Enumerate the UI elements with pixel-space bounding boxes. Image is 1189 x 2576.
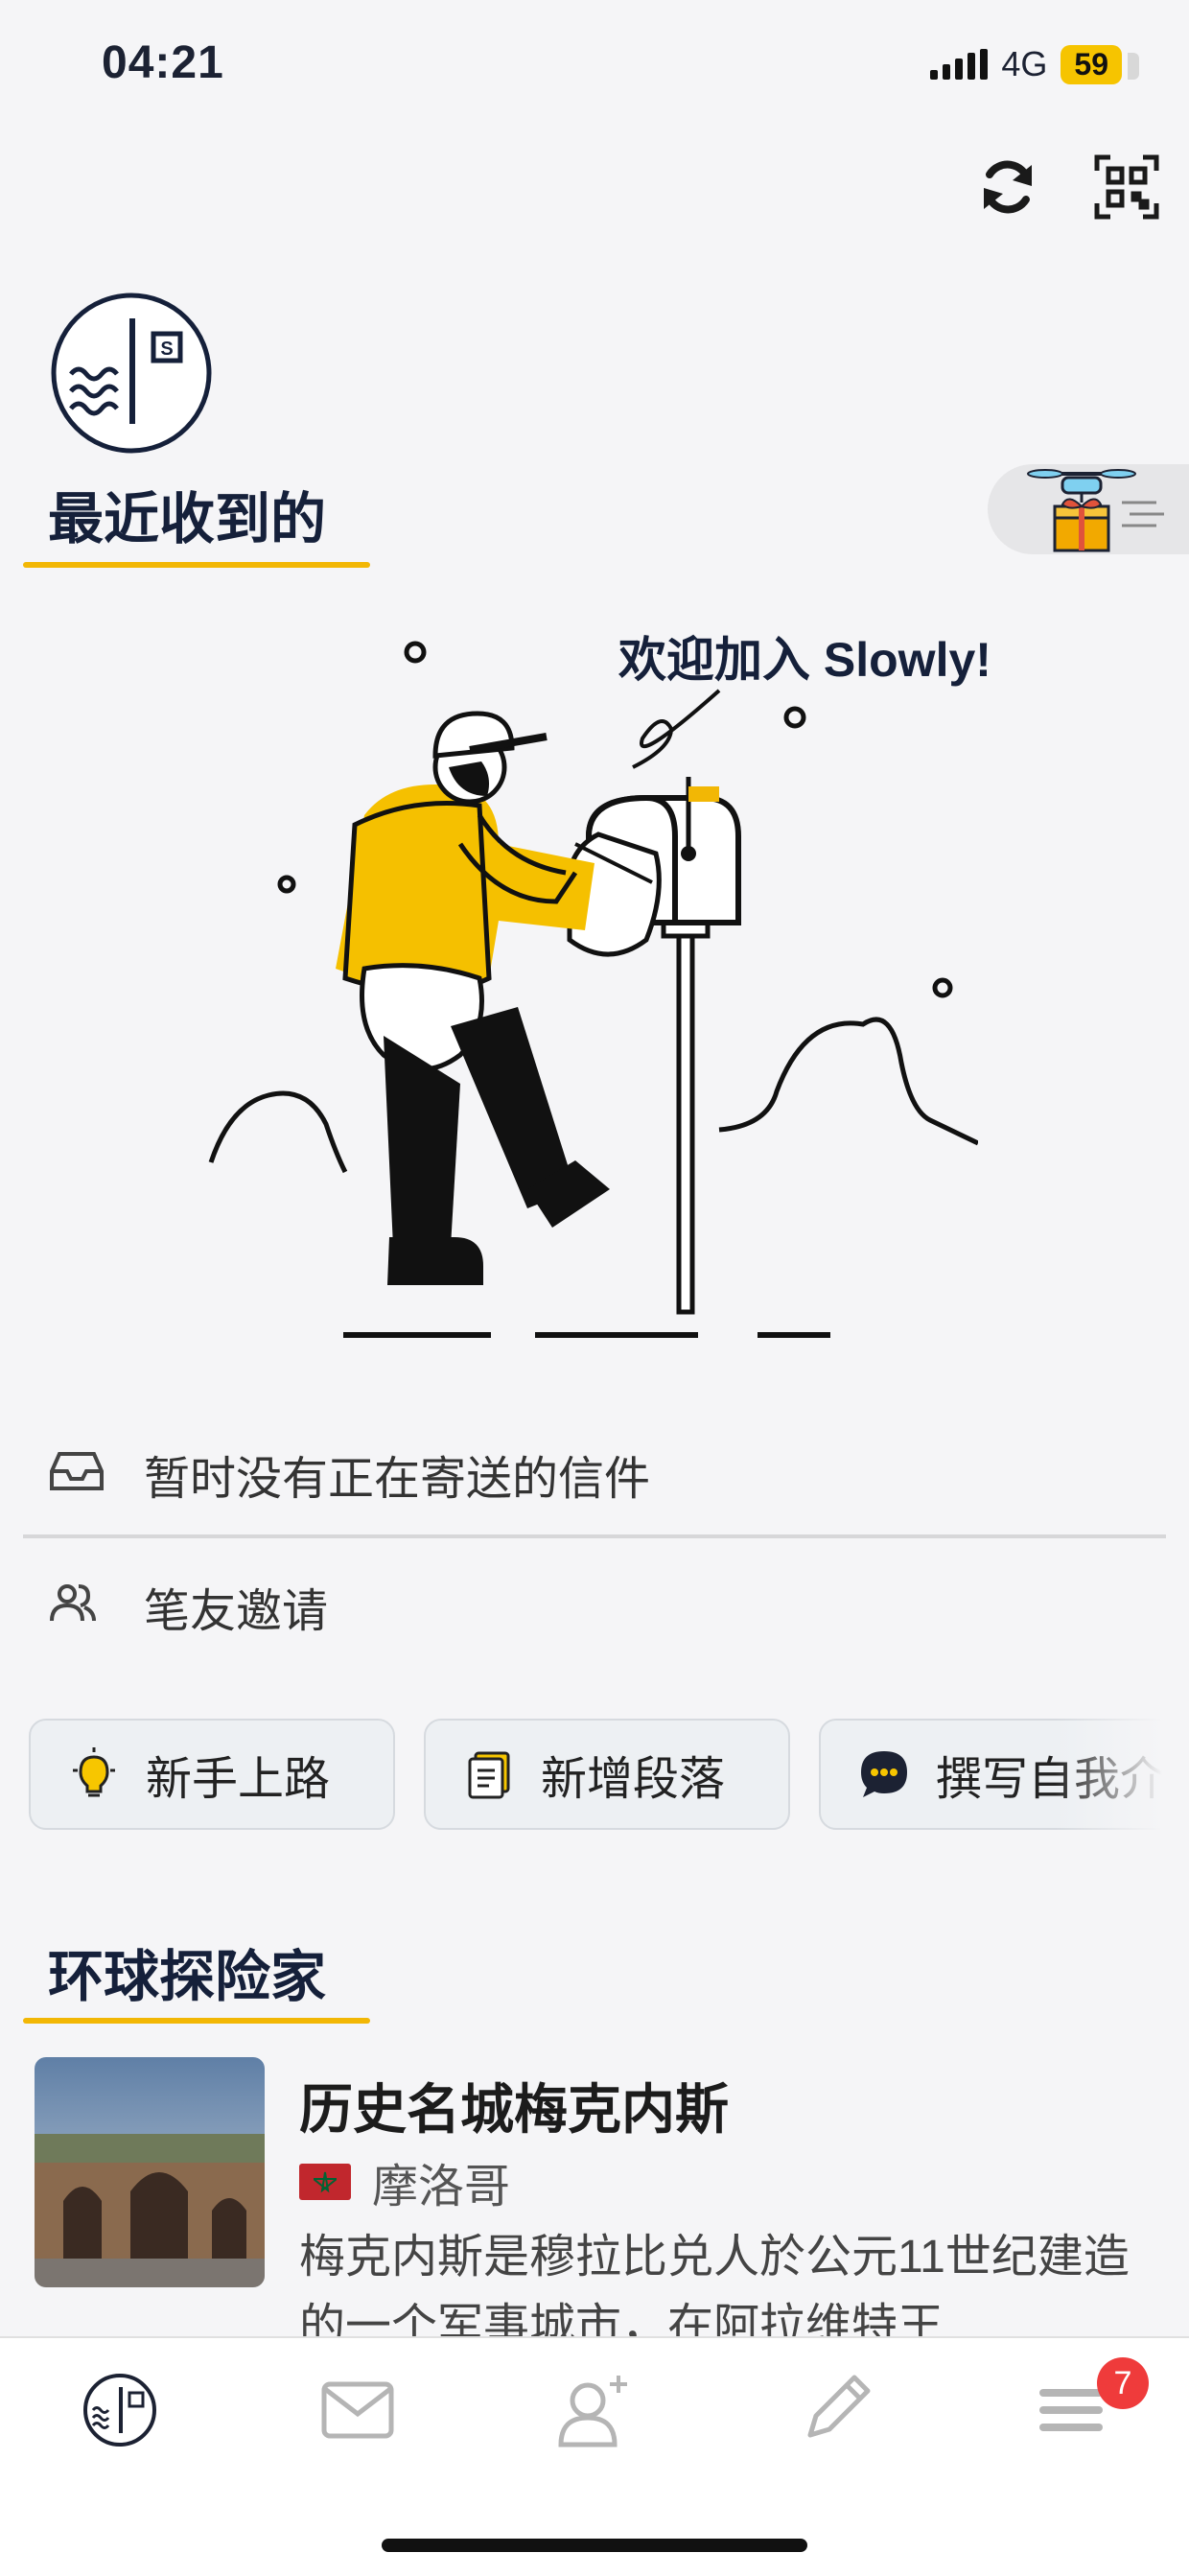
gift-drone-icon: [1027, 469, 1164, 552]
card-thumbnail[interactable]: [35, 2057, 265, 2287]
add-friend-icon: [558, 2376, 627, 2447]
gift-drone-tab[interactable]: [988, 464, 1189, 554]
no-letters-text: 暂时没有正在寄送的信件: [144, 1454, 651, 1505]
inbox-icon: [50, 1450, 104, 1492]
mail-icon: [321, 2381, 394, 2439]
chat-bubble-icon: [855, 1745, 913, 1803]
tab-write[interactable]: [792, 2367, 878, 2453]
chip-getting-started[interactable]: 新手上路: [29, 1719, 395, 1830]
home-indicator: [382, 2539, 807, 2552]
lightbulb-icon: [65, 1745, 123, 1803]
notebook-icon: [460, 1745, 518, 1803]
section-divider: [23, 1534, 1166, 1538]
logo-letter: S: [160, 339, 173, 360]
slowly-logo: S: [50, 292, 213, 455]
tab-add-friend[interactable]: [552, 2367, 639, 2453]
scroll-fade: [1055, 1674, 1189, 1904]
morocco-flag-icon: [299, 2164, 351, 2200]
chip-label: 新增段落: [541, 1754, 726, 1805]
status-time: 04:21: [102, 37, 224, 88]
tab-mail[interactable]: [315, 2367, 401, 2453]
chip-label: 新手上路: [146, 1754, 331, 1805]
refresh-icon[interactable]: [974, 153, 1041, 221]
country-label: 摩洛哥: [372, 2162, 511, 2213]
chip-add-paragraph[interactable]: 新增段落: [424, 1719, 790, 1830]
explorer-section-title: 环球探险家: [48, 1946, 327, 2008]
network-label: 4G: [1001, 44, 1048, 83]
qr-code-icon[interactable]: [1093, 153, 1160, 221]
explorer-section-underline: [23, 2018, 370, 2024]
people-icon: [50, 1582, 96, 1623]
menu-badge: 7: [1097, 2357, 1149, 2409]
recent-section-underline: [23, 562, 370, 568]
signal-icon: [930, 49, 989, 80]
card-title[interactable]: 历史名城梅克内斯: [299, 2067, 729, 2144]
pen-icon: [807, 2375, 871, 2438]
pen-pal-invite[interactable]: 笔友邀请: [144, 1573, 328, 1640]
recent-section-title: 最近收到的: [48, 488, 327, 550]
menu-icon: [1039, 2389, 1103, 2431]
mailman-illustration: [192, 623, 980, 1352]
home-icon: [83, 2374, 156, 2447]
card-country: 摩洛哥: [299, 2148, 510, 2215]
battery-indicator: 59: [1061, 44, 1139, 84]
tab-home[interactable]: [77, 2367, 163, 2453]
status-indicators: 4G 59: [930, 44, 1139, 84]
